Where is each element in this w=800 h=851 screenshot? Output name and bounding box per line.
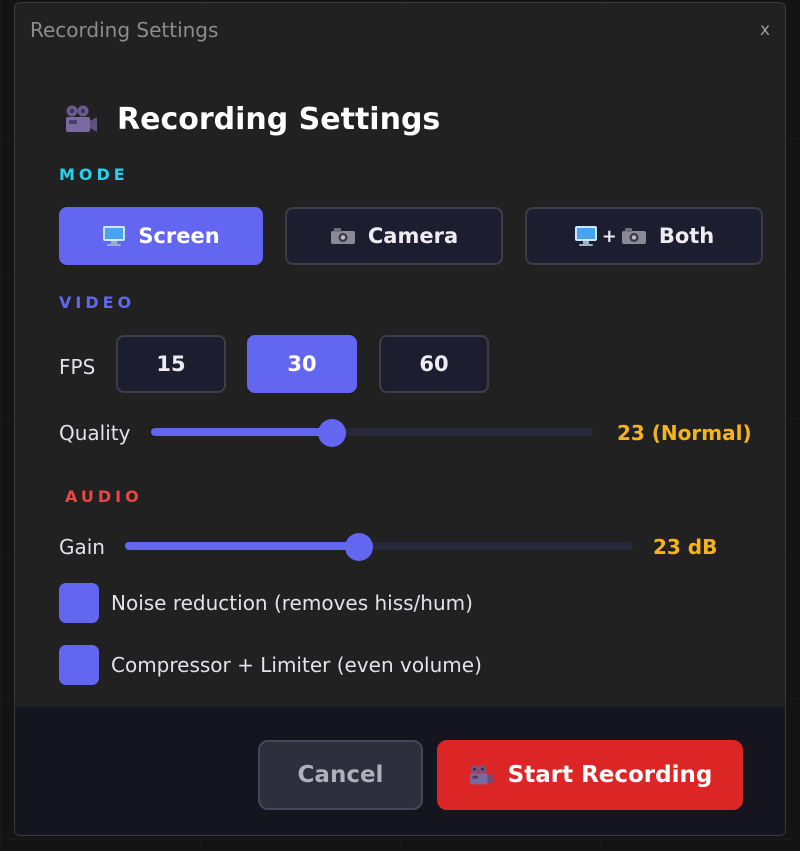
compressor-checkbox[interactable]: [59, 645, 99, 685]
titlebar: Recording Settings x: [15, 3, 785, 57]
noise-reduction-checkbox-row[interactable]: Noise reduction (removes hiss/hum): [59, 583, 473, 623]
quality-readout: 23 (Normal): [617, 421, 752, 445]
mode-screen-label: Screen: [138, 224, 220, 248]
fps-15-button[interactable]: 15: [116, 335, 226, 393]
gain-slider-thumb[interactable]: [344, 533, 373, 561]
gain-slider-fill: [125, 542, 359, 550]
gain-label: Gain: [59, 535, 105, 559]
gain-readout: 23 dB: [653, 535, 718, 559]
gain-slider[interactable]: [125, 533, 633, 561]
fps-30-label: 30: [287, 352, 317, 376]
fps-30-button[interactable]: 30: [247, 335, 357, 393]
dialog-footer: Cancel Start Recording: [15, 707, 785, 835]
quality-slider-thumb[interactable]: [318, 419, 347, 447]
page-title: Recording Settings: [117, 101, 441, 137]
recording-settings-dialog: Recording Settings x Recording Settings …: [14, 2, 786, 836]
audio-section-label: AUDIO: [65, 487, 143, 506]
fps-label: FPS: [59, 355, 96, 379]
compressor-label: Compressor + Limiter (even volume): [111, 653, 482, 677]
monitor-plus-camera-icon: +: [574, 225, 647, 247]
fps-15-label: 15: [156, 352, 186, 376]
fps-60-button[interactable]: 60: [379, 335, 489, 393]
quality-slider-fill: [151, 428, 333, 436]
dialog-heading: Recording Settings: [63, 97, 440, 141]
camera-icon: [330, 227, 356, 245]
monitor-icon: [102, 225, 126, 247]
plus-sign: +: [601, 225, 617, 247]
noise-reduction-label: Noise reduction (removes hiss/hum): [111, 591, 473, 615]
quality-label: Quality: [59, 421, 131, 445]
noise-reduction-checkbox[interactable]: [59, 583, 99, 623]
video-section-label: VIDEO: [59, 293, 136, 312]
mode-both-label: Both: [658, 224, 715, 248]
mode-screen-button[interactable]: Screen: [59, 207, 263, 265]
fps-60-label: 60: [419, 352, 449, 376]
mode-camera-button[interactable]: Camera: [285, 207, 503, 265]
start-recording-button[interactable]: Start Recording: [437, 740, 743, 810]
movie-camera-icon: [468, 764, 494, 786]
close-button[interactable]: x: [757, 21, 773, 39]
movie-camera-icon: [63, 104, 99, 134]
cancel-button[interactable]: Cancel: [258, 740, 423, 810]
start-recording-label: Start Recording: [507, 762, 713, 788]
window-title: Recording Settings: [30, 18, 219, 42]
quality-slider[interactable]: [151, 419, 593, 447]
mode-section-label: MODE: [59, 165, 129, 184]
compressor-checkbox-row[interactable]: Compressor + Limiter (even volume): [59, 645, 482, 685]
cancel-button-label: Cancel: [297, 762, 384, 788]
mode-both-button[interactable]: + Both: [525, 207, 763, 265]
mode-camera-label: Camera: [367, 224, 459, 248]
